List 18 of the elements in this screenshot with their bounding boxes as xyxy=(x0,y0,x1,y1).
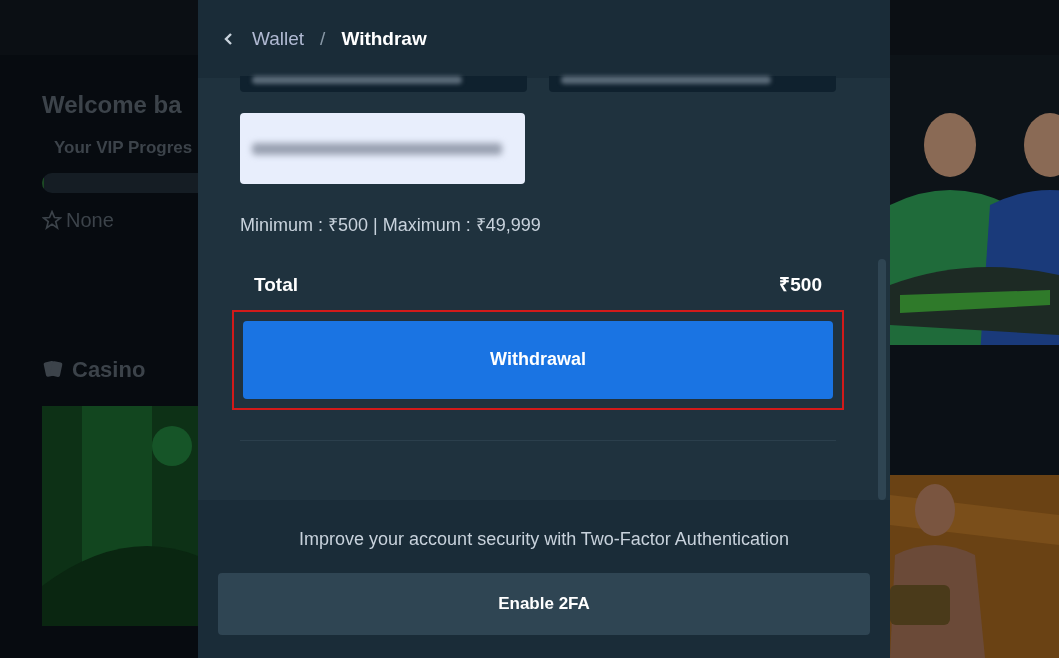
breadcrumb-separator: / xyxy=(320,26,326,51)
input-field[interactable] xyxy=(240,113,525,184)
enable-2fa-button[interactable]: Enable 2FA xyxy=(218,573,870,635)
withdrawal-limits: Minimum : ₹500 | Maximum : ₹49,999 xyxy=(240,214,542,237)
withdrawal-button[interactable]: Withdrawal xyxy=(243,320,833,399)
total-label: Total xyxy=(254,273,298,297)
scrollbar-thumb[interactable] xyxy=(878,258,886,500)
welcome-heading: Welcome ba xyxy=(42,90,183,120)
breadcrumb-link[interactable]: Wallet xyxy=(252,24,305,54)
section-heading: Casino xyxy=(72,355,146,384)
star-icon xyxy=(42,209,62,230)
total-value: ₹500 xyxy=(779,273,822,297)
input-field[interactable] xyxy=(240,76,527,92)
input-field[interactable] xyxy=(549,76,836,92)
vip-progress-label: Your VIP Progres xyxy=(53,137,194,159)
cards-icon xyxy=(42,358,64,380)
vip-rank: None xyxy=(66,207,114,233)
security-note: Improve your account security with Two-Factor Authentication xyxy=(299,528,789,551)
